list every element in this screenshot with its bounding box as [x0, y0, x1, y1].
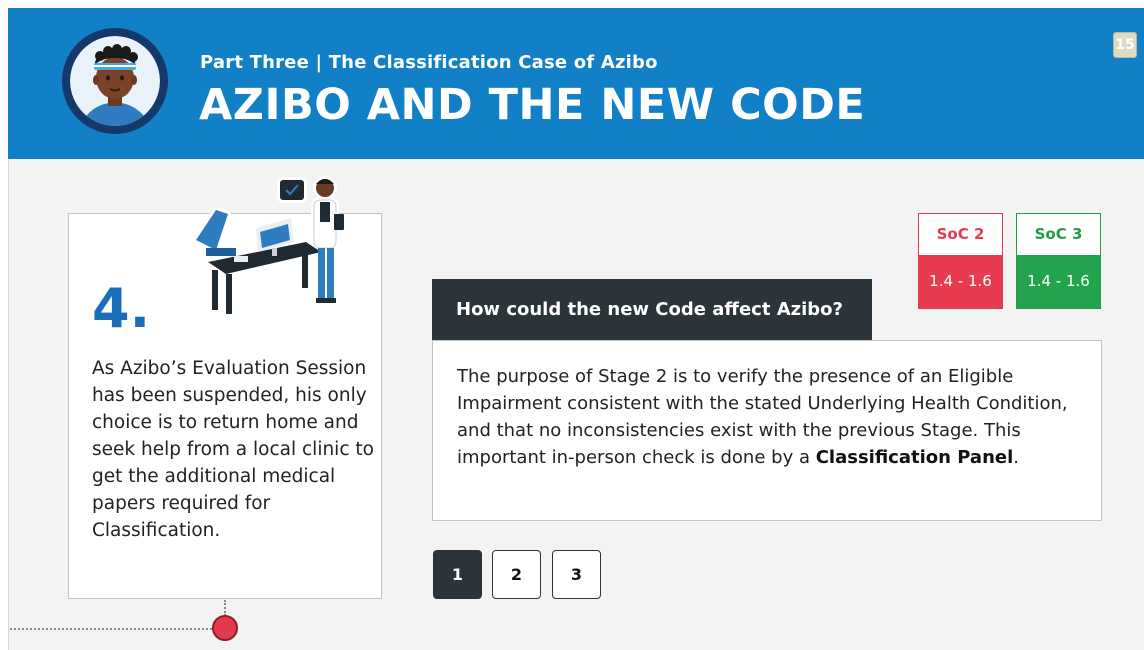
soc-3-range: 1.4 - 1.6 — [1017, 255, 1100, 308]
header-subtitle: Part Three | The Classification Case of … — [200, 52, 658, 73]
page-button-2[interactable]: 2 — [492, 550, 541, 599]
soc-2-card: SoC 2 1.4 - 1.6 — [918, 213, 1003, 309]
soc-3-label: SoC 3 — [1017, 214, 1100, 255]
doctor-clinic-illustration — [193, 176, 344, 317]
step-number: 4. — [92, 277, 151, 340]
step-description: As Azibo’s Evaluation Session has been s… — [92, 358, 374, 541]
timeline-marker[interactable] — [212, 615, 238, 641]
answer-end: . — [1013, 447, 1019, 468]
soc-3-card: SoC 3 1.4 - 1.6 — [1016, 213, 1101, 309]
soc-2-range: 1.4 - 1.6 — [919, 255, 1002, 308]
page-button-1[interactable]: 1 — [433, 550, 482, 599]
azibo-avatar-icon — [80, 44, 150, 126]
answer-box: The purpose of Stage 2 is to verify the … — [432, 340, 1102, 521]
soc-2-label: SoC 2 — [919, 214, 1002, 255]
page-button-3[interactable]: 3 — [552, 550, 601, 599]
page-number-badge: 15 — [1113, 32, 1137, 58]
timeline-connector — [224, 600, 226, 616]
page-title: AZIBO AND THE NEW CODE — [199, 80, 866, 130]
answer-highlight: Classification Panel — [815, 447, 1014, 468]
timeline-line — [10, 628, 216, 630]
question-title: How could the new Code affect Azibo? — [432, 279, 872, 340]
avatar — [62, 28, 168, 134]
